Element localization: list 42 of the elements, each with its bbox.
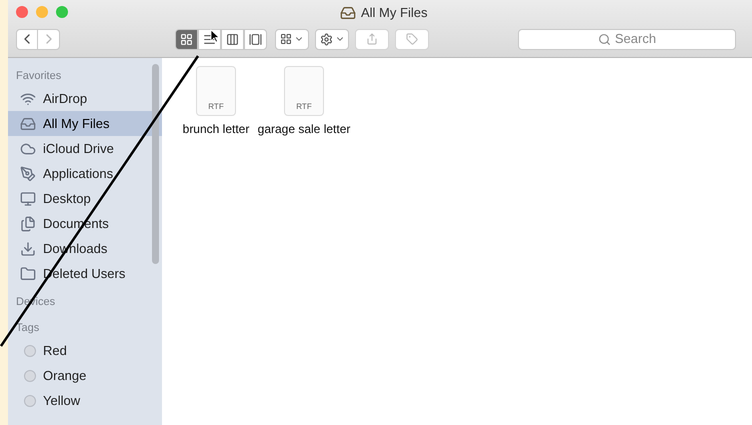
sidebar-item[interactable]: AirDrop [8, 86, 162, 111]
airdrop-icon [20, 90, 36, 106]
list-icon [203, 32, 216, 46]
gallery-icon [249, 32, 262, 46]
sidebar-item[interactable]: Orange [8, 363, 162, 388]
mouse-cursor-icon [210, 29, 220, 43]
download-icon [20, 240, 36, 256]
window-title: All My Files [361, 4, 428, 22]
columns-icon [226, 32, 239, 46]
share-icon [366, 33, 378, 45]
search-field[interactable]: Search [518, 28, 736, 50]
search-icon [598, 32, 611, 46]
sidebar-item[interactable]: Red [8, 338, 162, 363]
search-placeholder: Search [614, 30, 656, 48]
arrange-button[interactable] [275, 28, 309, 50]
close-button[interactable] [16, 6, 28, 18]
view-mode-button[interactable] [221, 28, 244, 50]
tray-icon [20, 116, 36, 132]
sidebar-item[interactable]: Yellow [8, 388, 162, 413]
file-type-label: RTF [208, 101, 224, 113]
tag-icon [406, 33, 418, 45]
desktop-icon [20, 190, 36, 206]
scrollbar-thumb[interactable] [152, 64, 159, 264]
grid-icon [180, 32, 193, 46]
sidebar-section-header: Tags [15, 320, 40, 336]
sidebar-item[interactable]: iCloud Drive [8, 136, 162, 161]
gear-icon [320, 32, 332, 46]
file-name: brunch letter [182, 121, 250, 138]
back-button[interactable] [16, 28, 38, 50]
tray-icon [340, 4, 356, 21]
arrange-grid-icon [280, 33, 292, 45]
action-button[interactable] [315, 28, 349, 50]
sidebar-item[interactable]: Desktop [8, 186, 162, 211]
view-mode-button[interactable] [244, 28, 267, 50]
sidebar-section-header: Favorites [15, 68, 62, 84]
file-type-label: RTF [296, 101, 312, 113]
sidebar-item[interactable]: All My Files [8, 111, 162, 136]
documents-icon [20, 216, 36, 232]
cloud-icon [20, 140, 36, 156]
sidebar-item[interactable]: Applications [8, 161, 162, 186]
file-name: garage sale letter [258, 121, 350, 138]
folder-icon [20, 266, 36, 282]
